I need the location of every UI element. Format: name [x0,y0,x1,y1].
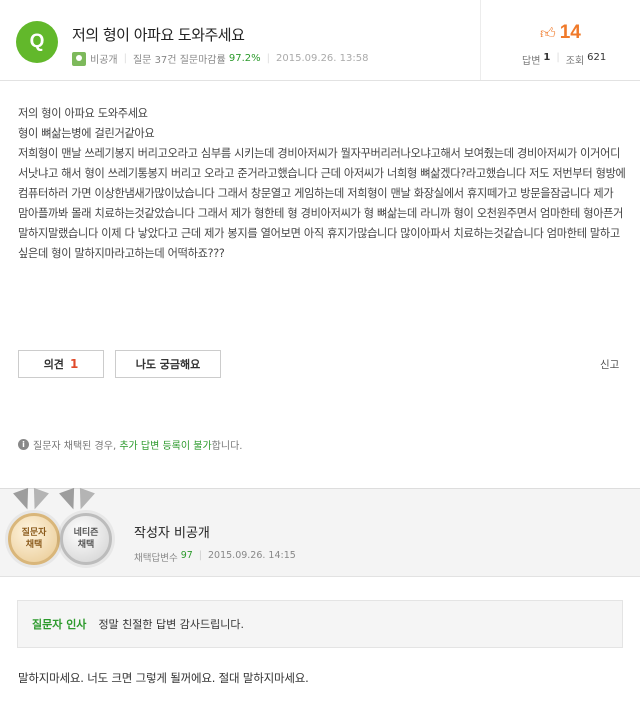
close-rate-label: 질문마감률 [179,55,226,66]
chosen-label: 채택답변수 [134,553,178,564]
answer-text: 말하지마세요. 너도 크면 그렇게 될꺼에요. 절대 말하지마세요. [18,671,309,685]
header-divider [0,80,640,81]
curious-label: 나도 궁금해요 [135,358,201,371]
answer-date: 2015.09.26. 14:15 [208,550,296,561]
question-stats: 답변 1 | 조회 621 [522,52,607,67]
answers-label: 답변 [522,56,541,67]
greeting-message: 정말 친절한 답변 감사드립니다. [98,618,244,631]
question-meta: 비공개 | 질문 37건 질문마감률 97.2% | 2015.09.26. 1… [72,51,368,66]
notice-highlight: 추가 답변 등록이 불가 [119,441,212,452]
medal2-line1: 네티즌 [73,528,99,538]
report-link[interactable]: 신고 [600,357,619,372]
like-button[interactable]: 👍︎ 14 [540,22,581,44]
answers-count: 1 [543,52,551,63]
medal2-line2: 채택 [77,540,95,550]
question-title: 저의 형이 아파요 도와주세요 [72,26,245,44]
answer-writer: 작성자 비공개 [134,526,210,541]
netizen-adopt-medal-icon: 네티즌채택 [60,513,112,565]
views-count: 621 [587,52,607,63]
adopt-notice: i 질문자 채택된 경우, 추가 답변 등록이 불가 합니다. [18,437,242,452]
medal1-line2: 채택 [25,540,43,550]
author-name[interactable]: 비공개 [90,51,118,66]
asker-adopt-medal-icon: 질문자채택 [8,513,60,565]
body-line: 저의 형이 아파요 도와주세요 [18,107,148,120]
chosen-count: 97 [180,550,193,561]
user-icon [72,51,86,66]
views-label: 조회 [565,56,585,67]
notice-prefix: 질문자 채택된 경우, [33,441,117,452]
close-rate: 97.2% [228,53,261,64]
info-icon: i [18,439,29,450]
question-count: 질문 37건 [132,55,177,66]
opinion-count: 1 [69,357,79,371]
medal1-line1: 질문자 [21,528,47,538]
question-badge-icon: Q [16,21,58,63]
thumbs-up-icon: 👍︎ [540,23,556,42]
curious-button[interactable]: 나도 궁금해요 [115,350,221,378]
asker-greeting: 질문자 인사 정말 친절한 답변 감사드립니다. [17,600,623,648]
body-line: 저희형이 맨날 쓰레기봉지 버리고오라고 심부름 시키는데 경비아저씨가 뭘자꾸… [18,147,626,260]
question-body: 저의 형이 아파요 도와주세요 형이 뼈삶는병에 걸린거같아요 저희형이 맨날 … [18,104,626,264]
opinion-label: 의견 [43,358,64,371]
writer-meta: 채택답변수 97 | 2015.09.26. 14:15 [134,550,296,564]
like-count: 14 [559,22,581,43]
greeting-label: 질문자 인사 [32,618,87,631]
opinion-button[interactable]: 의견 1 [18,350,104,378]
notice-suffix: 합니다. [211,441,243,452]
body-line: 형이 뼈삶는병에 걸린거같아요 [18,127,155,140]
divider [480,0,481,80]
question-date: 2015.09.26. 13:58 [276,53,369,64]
answer-header-divider [0,576,640,577]
